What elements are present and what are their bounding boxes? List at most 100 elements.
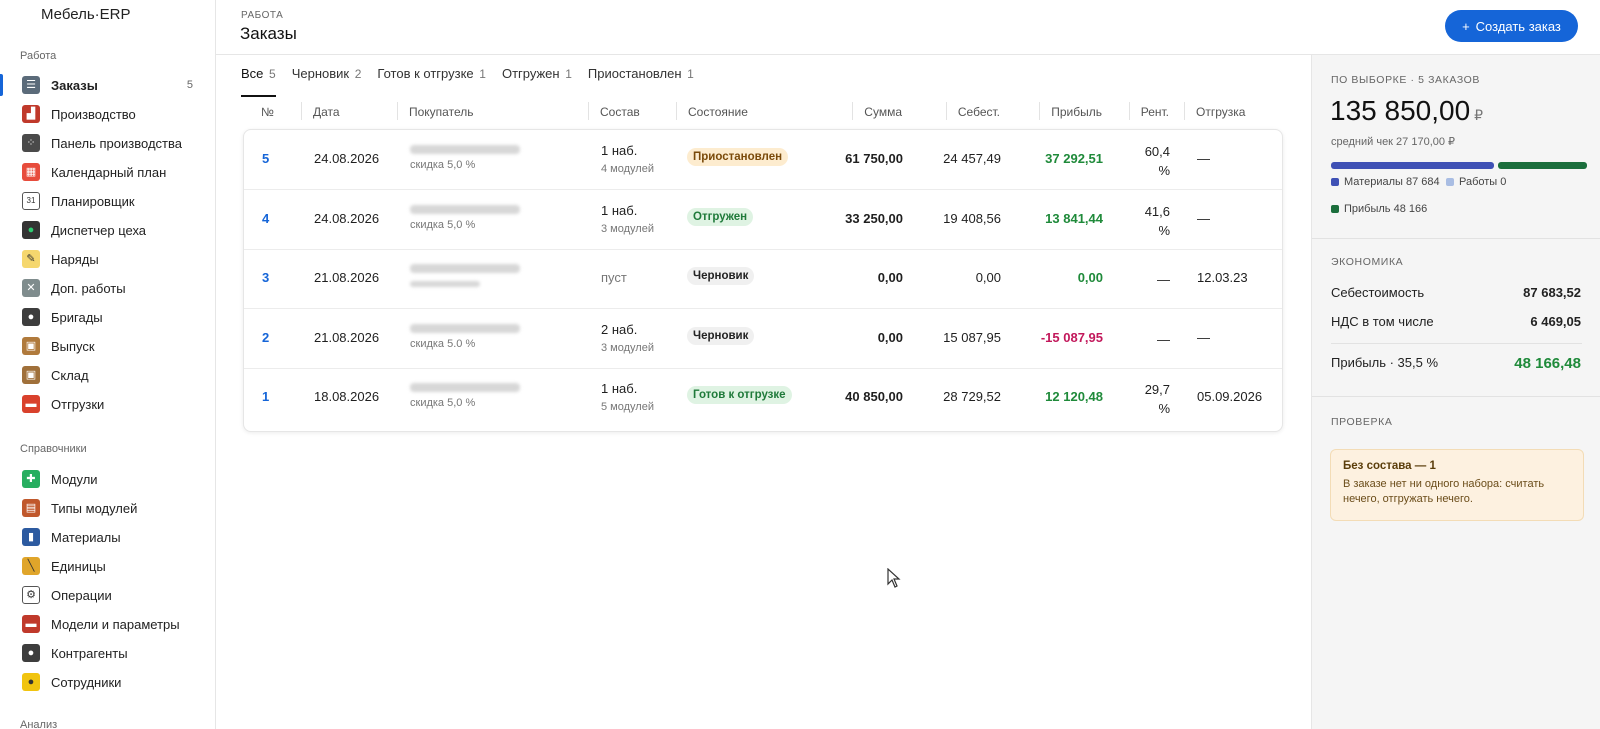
column-header[interactable]: Прибыль (1039, 102, 1102, 120)
tab-count: 1 (479, 67, 486, 81)
sidebar-item[interactable]: ☰ Заказы 5 (0, 71, 215, 99)
materials-bar (1331, 162, 1494, 169)
sidebar-item[interactable]: ▬ Отгрузки (0, 390, 215, 418)
order-number-link[interactable]: 2 (262, 330, 269, 345)
bricks-icon: ▤ (22, 499, 40, 517)
table-row[interactable]: 2 21.08.2026 скидка 5.0 % 2 наб. 3 модулей Че… (244, 309, 1282, 369)
breadcrumb[interactable]: РАБОТА (241, 10, 283, 21)
empty-composition-alert[interactable]: Без состава — 1 В заказе нет ни одного н… (1330, 449, 1584, 521)
puzzle-icon: ✚ (22, 470, 40, 488)
buyer-discount: скидка 5,0 % (410, 218, 476, 231)
dice-panel-icon: ⁘ (22, 134, 40, 152)
sidebar-item[interactable]: ● Бригады (0, 303, 215, 331)
buyer-name-blurred (410, 323, 520, 333)
vat-row: НДС в том числе 6 469,05 (1331, 314, 1581, 329)
buyer-name-blurred (410, 383, 520, 392)
buyer-cell[interactable] (410, 264, 520, 287)
composition-sets: пуст (601, 270, 627, 285)
order-rentability: 41,6% (1145, 202, 1170, 240)
buyer-cell[interactable]: скидка 5,0 % (410, 145, 520, 171)
rentability-value: 29,7 (1144, 382, 1170, 397)
column-header[interactable]: Состав (588, 102, 640, 120)
factory-icon: ▟ (22, 105, 40, 123)
buyer-cell[interactable]: скидка 5,0 % (410, 204, 520, 231)
sidebar-item[interactable]: ● Диспетчер цеха (0, 216, 215, 244)
sidebar-item[interactable]: ✚ Модули (0, 465, 215, 493)
table-row[interactable]: 5 24.08.2026 скидка 5,0 % 1 наб. 4 модулей Пр… (244, 130, 1282, 190)
selection-section-title: ПО ВЫБОРКЕ · 5 ЗАКАЗОВ (1331, 74, 1481, 86)
sidebar-item[interactable]: ▦ Календарный план (0, 158, 215, 186)
order-profit: 13 841,44 (1045, 210, 1103, 226)
column-header[interactable]: Рент. (1128, 102, 1169, 120)
order-number-link[interactable]: 1 (262, 389, 269, 404)
sidebar-item[interactable]: ▤ Типы модулей (0, 494, 215, 522)
sidebar-item[interactable]: ▬ Модели и параметры (0, 610, 215, 638)
column-header[interactable]: Себест. (945, 102, 1000, 120)
tab-0[interactable]: Все 5 (241, 66, 276, 97)
status-cell: Готов к отгрузке (687, 386, 792, 404)
column-header[interactable]: Дата (301, 102, 340, 120)
sidebar-item-label: Выпуск (51, 338, 95, 354)
sidebar-item[interactable]: ⚙ Операции (0, 581, 215, 609)
sidebar-item[interactable]: ▟ Производство (0, 100, 215, 128)
buyer-sub-blurred (410, 281, 480, 287)
order-date: 21.08.2026 (314, 329, 380, 345)
sidebar-item-label: Материалы (51, 529, 121, 545)
order-number-link[interactable]: 4 (262, 211, 269, 226)
order-sum: 61 750,00 (845, 151, 903, 166)
order-number-link[interactable]: 3 (262, 270, 269, 285)
rentability-value: — (1157, 331, 1170, 347)
composition-sets: 1 наб. (601, 381, 638, 396)
car-icon: ▬ (22, 615, 40, 633)
column-header[interactable]: № (261, 105, 274, 119)
tab-1[interactable]: Черновик 2 (292, 66, 362, 94)
legend-item: Работы 0 (1446, 176, 1506, 188)
order-rentability: 29,7% (1145, 380, 1170, 418)
order-sum: 0,00 (877, 329, 903, 345)
sidebar-item[interactable]: ✎ Наряды (0, 245, 215, 273)
tab-label: Все (241, 66, 264, 81)
sidebar-item[interactable]: ╲ Единицы (0, 552, 215, 580)
column-header[interactable]: Отгрузка (1183, 102, 1245, 120)
composition-cell: 1 наб. 5 модулей (601, 381, 654, 413)
create-order-button[interactable]: + Создать заказ (1445, 10, 1578, 42)
column-header[interactable]: Сумма (852, 102, 902, 120)
buyer-cell[interactable]: скидка 5,0 % (410, 383, 520, 409)
tab-2[interactable]: Готов к отгрузке 1 (377, 66, 486, 94)
orders-table-header: № Дата Покупатель Состав Состояние Сумма Себес… (241, 100, 1283, 124)
sidebar-item[interactable]: ✕ Доп. работы (0, 274, 215, 302)
sidebar-item[interactable]: ▣ Выпуск (0, 332, 215, 360)
box-icon: ▣ (22, 337, 40, 355)
column-header[interactable]: Состояние (676, 102, 748, 120)
order-date: 18.08.2026 (314, 389, 380, 404)
status-badge: Отгружен (687, 207, 754, 226)
buyer-cell[interactable]: скидка 5.0 % (410, 323, 520, 350)
sidebar-item-label: Типы модулей (51, 500, 138, 516)
sidebar-item[interactable]: ⁘ Панель производства (0, 129, 215, 157)
tab-4[interactable]: Приостановлен 1 (588, 66, 694, 94)
sidebar-item-label: Бригады (51, 309, 103, 325)
sidebar-item[interactable]: 31 Планировщик (0, 187, 215, 215)
status-tabs: Все 5 Черновик 2 Готов к отгрузке 1 Отгруже… (241, 66, 694, 97)
sidebar-item-label: Модули (51, 471, 98, 487)
sidebar-section-work: Работа (20, 50, 57, 62)
sidebar-item[interactable]: ● Контрагенты (0, 639, 215, 667)
sidebar-item[interactable]: ▮ Материалы (0, 523, 215, 551)
buyer-name-blurred (410, 145, 520, 154)
tab-label: Готов к отгрузке (377, 66, 474, 81)
order-number-link[interactable]: 5 (262, 151, 269, 166)
sidebar-item-label: Контрагенты (51, 645, 128, 661)
legend-label: Прибыль 48 166 (1344, 203, 1428, 215)
rentability-value: — (1157, 272, 1170, 287)
composition-cell: пуст (601, 270, 627, 285)
table-row[interactable]: 1 18.08.2026 скидка 5,0 % 1 наб. 5 модулей Го… (244, 368, 1282, 428)
sidebar-item[interactable]: ● Сотрудники (0, 668, 215, 696)
create-order-label: Создать заказ (1475, 18, 1561, 34)
mouse-cursor-icon (887, 568, 901, 588)
table-row[interactable]: 4 24.08.2026 скидка 5,0 % 1 наб. 3 модулей От… (244, 190, 1282, 250)
column-header[interactable]: Покупатель (396, 102, 473, 120)
tab-label: Приостановлен (587, 66, 682, 81)
sidebar-item[interactable]: ▣ Склад (0, 361, 215, 389)
table-row[interactable]: 3 21.08.2026 пуст Черновик 0,00 0,00 0,00 — 12.0… (244, 249, 1282, 309)
tab-3[interactable]: Отгружен 1 (502, 66, 572, 94)
